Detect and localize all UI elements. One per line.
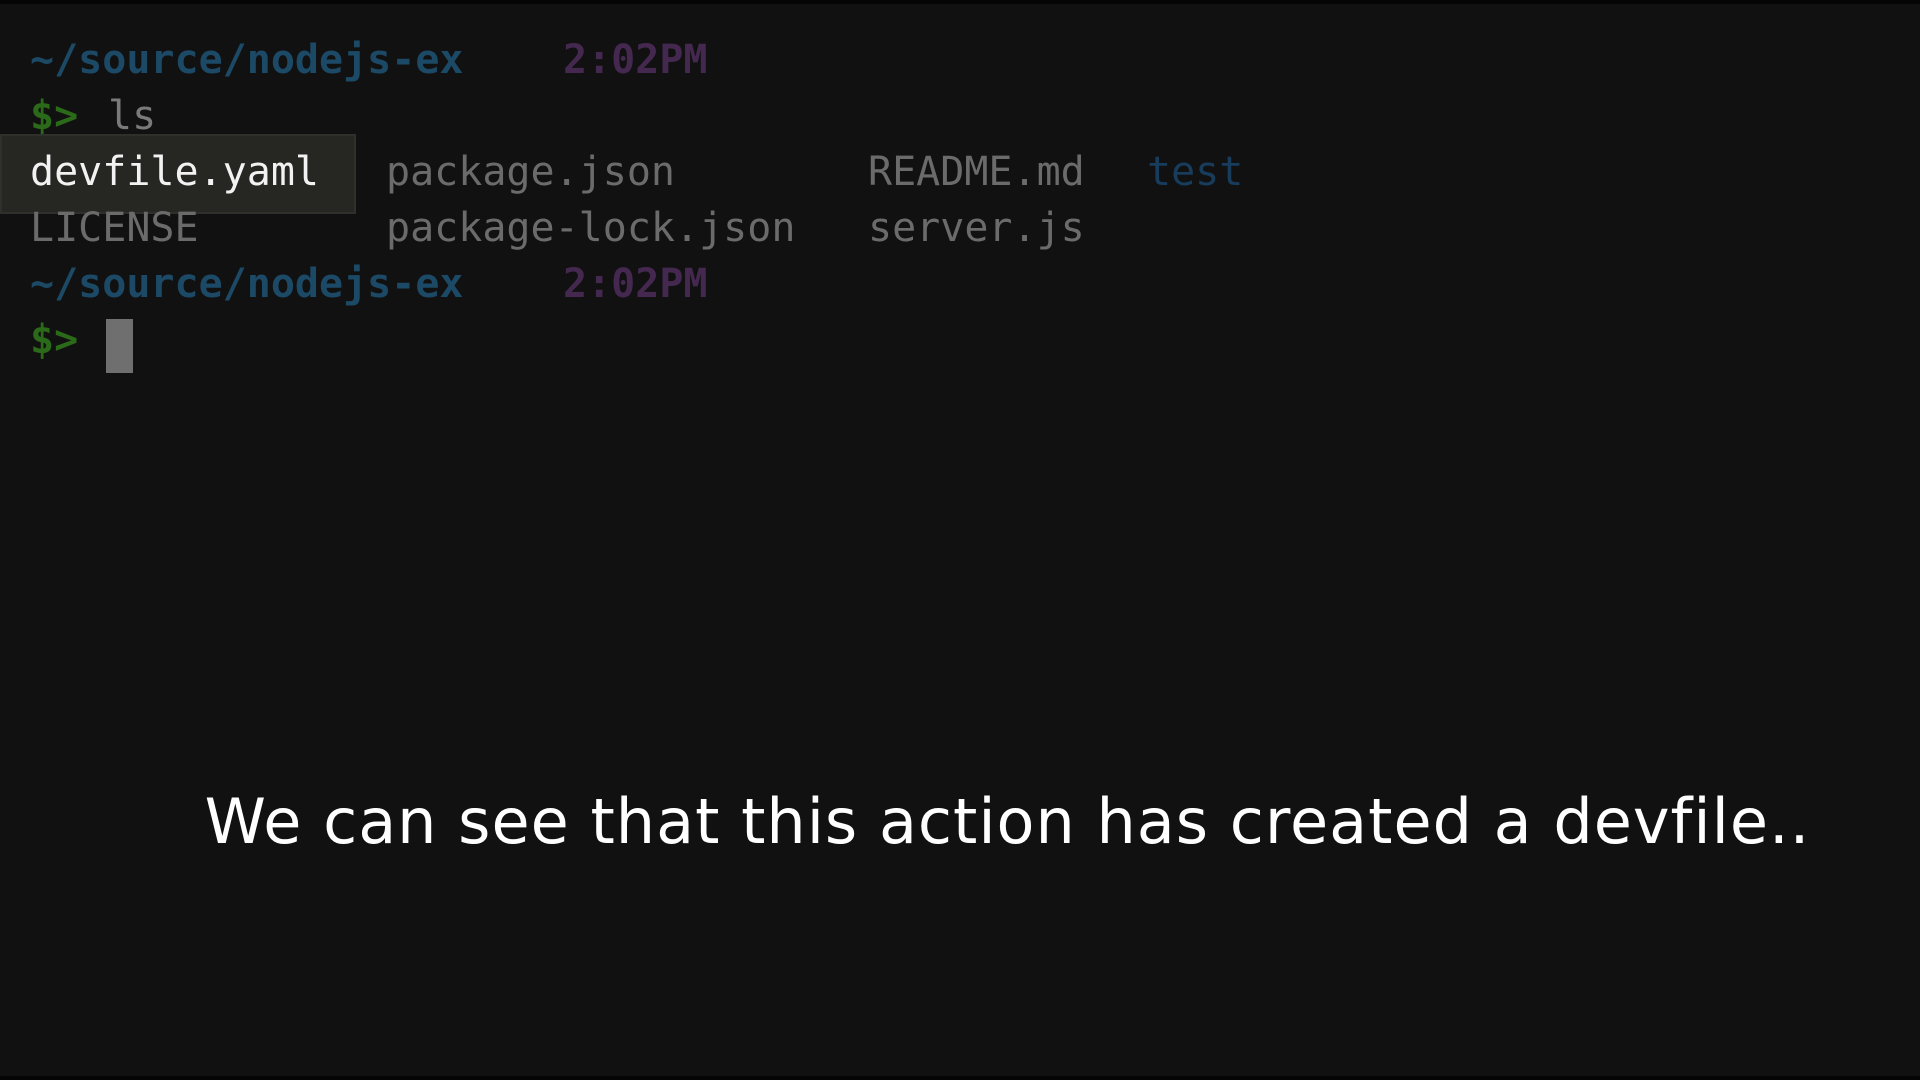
prompt-path: ~/source/nodejs-ex <box>30 37 464 83</box>
prompt-time: 2:02PM <box>563 261 708 307</box>
prompt-path: ~/source/nodejs-ex <box>30 261 464 307</box>
listing-row-2: LICENSE package-lock.json server.js <box>30 200 1330 256</box>
file-readme-md[interactable]: README.md <box>868 144 1085 200</box>
block-cursor-icon <box>106 319 133 373</box>
prompt-time: 2:02PM <box>563 37 708 83</box>
directory-test[interactable]: test <box>1147 144 1243 200</box>
command-line-2[interactable]: $> <box>30 312 930 373</box>
frame-top-border <box>0 0 1920 4</box>
terminal-window[interactable]: ~/source/nodejs-ex 2:02PM $> ls devfile.… <box>0 0 1920 1080</box>
file-package-lock-json[interactable]: package-lock.json <box>386 200 795 256</box>
video-caption: We can see that this action has created … <box>0 784 1920 860</box>
prompt-symbol: $> <box>30 317 79 363</box>
file-package-json[interactable]: package.json <box>386 144 675 200</box>
frame-bottom-border <box>0 1076 1920 1080</box>
prompt-line-2: ~/source/nodejs-ex 2:02PM <box>30 256 930 312</box>
file-license[interactable]: LICENSE <box>30 200 199 256</box>
file-server-js[interactable]: server.js <box>868 200 1085 256</box>
prompt-line-1: ~/source/nodejs-ex 2:02PM <box>30 32 930 88</box>
listing-row-1: devfile.yaml package.json README.md test <box>30 144 1330 200</box>
file-devfile-yaml[interactable]: devfile.yaml <box>30 144 319 200</box>
caption-text: We can see that this action has created … <box>204 785 1811 858</box>
